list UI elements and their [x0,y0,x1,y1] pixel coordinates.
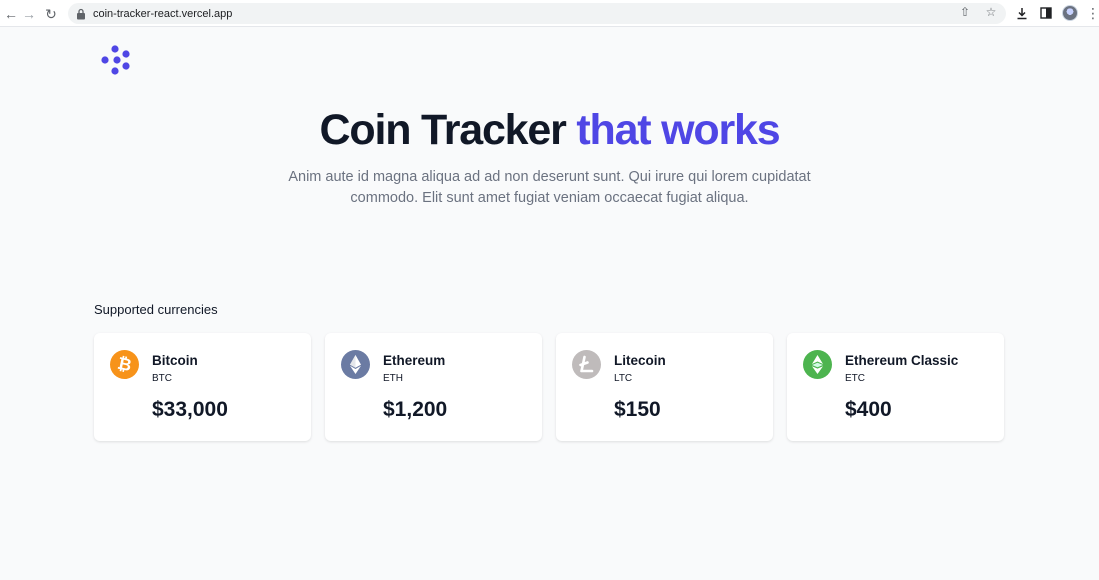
svg-text:₿: ₿ [116,354,134,376]
currency-price: $33,000 [152,398,228,421]
bookmark-star-icon[interactable]: ☆ [984,5,998,19]
currency-name: Bitcoin [152,353,198,368]
share-icon[interactable]: ⇧ [958,5,972,19]
app-logo-icon[interactable] [100,45,132,75]
currency-symbol: ETH [383,373,403,384]
hero-title: Coin Tracker that works [0,106,1099,155]
currency-symbol: ETC [845,373,865,384]
download-icon[interactable] [1014,3,1030,23]
ethereum-classic-icon [803,350,832,379]
lock-icon [77,8,85,19]
currency-name: Ethereum [383,353,446,368]
currency-name: Ethereum Classic [845,353,959,368]
forward-arrow-icon[interactable]: → [18,3,40,25]
more-menu-icon[interactable]: ⋮ [1086,5,1099,22]
hero-title-main: Coin Tracker [319,106,567,154]
ethereum-icon [341,350,370,379]
url-text: coin-tracker-react.vercel.app [93,7,233,20]
bitcoin-icon: ₿ [110,350,139,379]
side-panel-icon[interactable] [1038,3,1054,23]
currency-symbol: LTC [614,373,633,384]
browser-toolbar: ← → ↻ coin-tracker-react.vercel.app ⇧ ☆ … [0,0,1099,27]
litecoin-icon [572,350,601,379]
currency-card-litecoin[interactable]: Litecoin LTC $150 [556,333,773,441]
currency-card-bitcoin[interactable]: ₿ Bitcoin BTC $33,000 [94,333,311,441]
hero-title-accent: that works [576,106,780,154]
currency-card-ethereum[interactable]: Ethereum ETH $1,200 [325,333,542,441]
reload-icon[interactable]: ↻ [40,3,62,25]
currency-price: $400 [845,398,892,421]
currency-card-ethereum-classic[interactable]: Ethereum Classic ETC $400 [787,333,1004,441]
currency-name: Litecoin [614,353,666,368]
currency-price: $1,200 [383,398,448,421]
hero-subtitle: Anim aute id magna aliqua ad ad non dese… [288,169,811,206]
address-bar[interactable]: coin-tracker-react.vercel.app ⇧ ☆ [68,3,1006,24]
currency-price: $150 [614,398,661,421]
supported-currencies-heading: Supported currencies [94,302,218,317]
currency-symbol: BTC [152,373,172,384]
profile-avatar[interactable] [1062,5,1078,21]
